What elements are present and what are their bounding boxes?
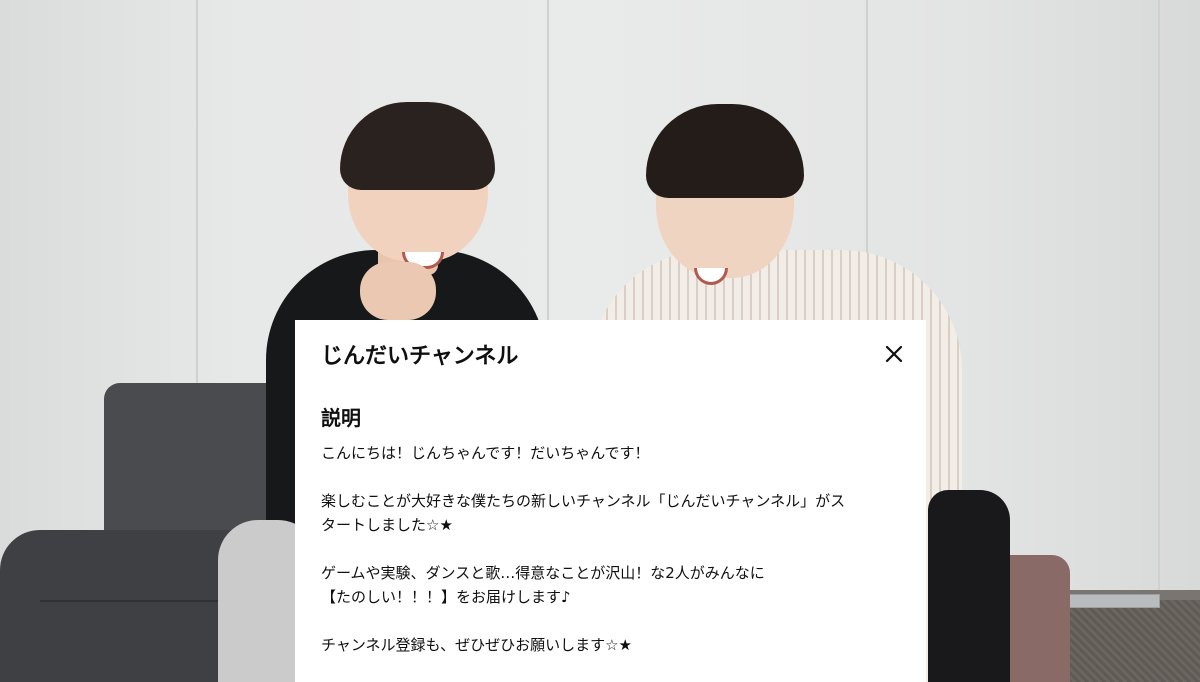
wall-heater xyxy=(1058,594,1160,608)
close-icon xyxy=(885,345,903,363)
person-right-leg xyxy=(928,490,1010,682)
description-gap xyxy=(321,465,900,489)
channel-title: じんだいチャンネル xyxy=(321,344,519,369)
description-line: タートしました☆★ xyxy=(321,516,453,534)
description-line: チャンネル登録も、ぜひぜひお願いします☆★ xyxy=(321,636,632,654)
description-gap xyxy=(321,609,900,633)
description-line: ゲームや実験、ダンスと歌…得意なことが沢山！な2人がみんなに xyxy=(321,564,765,582)
description-panel: じんだいチャンネル 説明 こんにちは！じんちゃんです！だいちゃんです！ 楽しむこ… xyxy=(295,320,926,682)
description-gap xyxy=(321,537,900,561)
sofa-seam xyxy=(40,600,240,602)
floor-rug xyxy=(1060,600,1200,682)
description-line: 【たのしい！！！】をお届けします♪ xyxy=(321,588,571,606)
video-frame: じんだいチャンネル 説明 こんにちは！じんちゃんです！だいちゃんです！ 楽しむこ… xyxy=(0,0,1200,682)
description-line: 楽しむことが大好きな僕たちの新しいチャンネル「じんだいチャンネル」がス xyxy=(321,492,846,510)
description-line: こんにちは！じんちゃんです！だいちゃんです！ xyxy=(321,444,650,462)
wall-seam xyxy=(1158,0,1160,610)
panel-header: じんだいチャンネル xyxy=(321,320,903,388)
person-left-hand xyxy=(360,262,436,320)
section-title: 説明 xyxy=(321,406,361,430)
close-button[interactable] xyxy=(876,336,912,372)
